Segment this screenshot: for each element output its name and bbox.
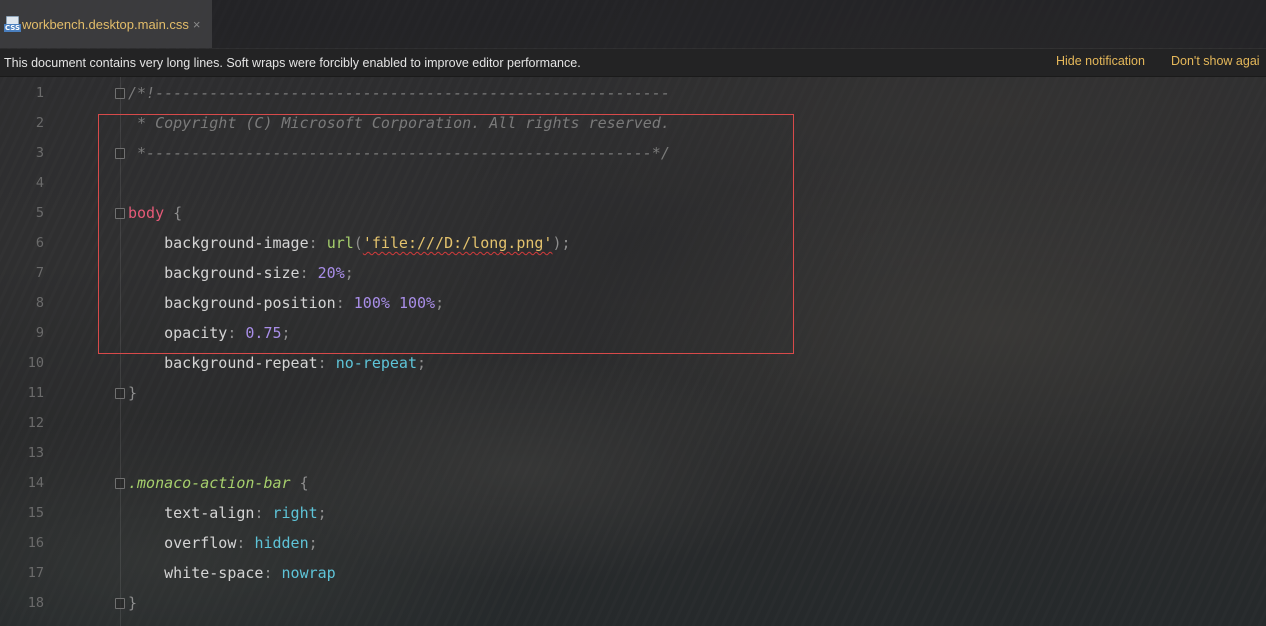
line-number: 1 — [35, 85, 44, 101]
code-token: nowrap — [281, 564, 336, 582]
tab-bar: CSS workbench.desktop.main.css × — [0, 0, 1266, 48]
code-line[interactable]: 15 text-align: right; — [0, 498, 1266, 528]
code-token: : — [236, 534, 255, 552]
code-line[interactable]: 12 — [0, 408, 1266, 438]
line-number: 7 — [35, 265, 44, 281]
line-number: 9 — [35, 325, 44, 341]
css-file-icon: CSS — [4, 16, 22, 32]
highlight-box — [98, 114, 794, 354]
line-number: 5 — [35, 205, 44, 221]
code-token: ; — [317, 504, 327, 522]
code-token: } — [128, 594, 138, 612]
code-token: /*!-------------------------------------… — [128, 84, 670, 102]
code-token: white-space — [128, 564, 264, 582]
code-token: no-repeat — [335, 354, 417, 372]
fold-marker-icon[interactable] — [115, 88, 125, 99]
code-token: overflow — [128, 534, 237, 552]
code-text: .monaco-action-bar { — [128, 468, 309, 498]
line-number: 13 — [27, 445, 44, 461]
code-line[interactable]: 1 /*!------------------------------------… — [0, 78, 1266, 108]
code-text: overflow: hidden; — [128, 528, 318, 558]
code-token: ; — [417, 354, 427, 372]
line-number: 10 — [27, 355, 44, 371]
code-line[interactable]: 14 .monaco-action-bar { — [0, 468, 1266, 498]
fold-marker-icon[interactable] — [115, 478, 125, 489]
code-token: background-repeat — [128, 354, 318, 372]
code-token: right — [272, 504, 318, 522]
line-number: 3 — [35, 145, 44, 161]
tab-title: workbench.desktop.main.css — [22, 16, 189, 32]
code-token: ; — [308, 534, 318, 552]
code-text: } — [128, 588, 137, 618]
line-number: 2 — [35, 115, 44, 131]
code-token: : — [254, 504, 273, 522]
fold-marker-icon[interactable] — [115, 598, 125, 609]
code-token: : — [317, 354, 336, 372]
code-token: : — [263, 564, 282, 582]
dont-show-again-link[interactable]: Don't show agai — [1171, 54, 1260, 68]
code-token: { — [290, 474, 309, 492]
code-text: white-space: nowrap — [128, 558, 336, 588]
line-number: 14 — [27, 475, 44, 491]
line-number: 15 — [27, 505, 44, 521]
code-token: .monaco-action-bar — [128, 474, 291, 492]
code-text: /*!-------------------------------------… — [128, 78, 670, 108]
close-icon[interactable]: × — [193, 17, 201, 32]
code-line[interactable]: 13 — [0, 438, 1266, 468]
line-number: 12 — [27, 415, 44, 431]
code-token: hidden — [254, 534, 309, 552]
line-number: 6 — [35, 235, 44, 251]
code-line[interactable]: 18} — [0, 588, 1266, 618]
code-text: } — [128, 378, 137, 408]
line-number: 18 — [27, 595, 44, 611]
code-token: } — [128, 384, 138, 402]
line-number: 17 — [27, 565, 44, 581]
line-number: 8 — [35, 295, 44, 311]
line-number: 11 — [27, 385, 44, 401]
code-line[interactable]: 16 overflow: hidden; — [0, 528, 1266, 558]
fold-marker-icon[interactable] — [115, 388, 125, 399]
line-number: 16 — [27, 535, 44, 551]
hide-notification-link[interactable]: Hide notification — [1056, 54, 1145, 68]
tab-workbench-css[interactable]: CSS workbench.desktop.main.css × — [0, 0, 212, 48]
code-line[interactable]: 17 white-space: nowrap — [0, 558, 1266, 588]
line-number: 4 — [35, 175, 44, 191]
code-line[interactable]: 11} — [0, 378, 1266, 408]
notification-message: This document contains very long lines. … — [4, 55, 581, 70]
notification-bar: This document contains very long lines. … — [0, 49, 1266, 77]
code-token: text-align — [128, 504, 255, 522]
code-text: text-align: right; — [128, 498, 327, 528]
